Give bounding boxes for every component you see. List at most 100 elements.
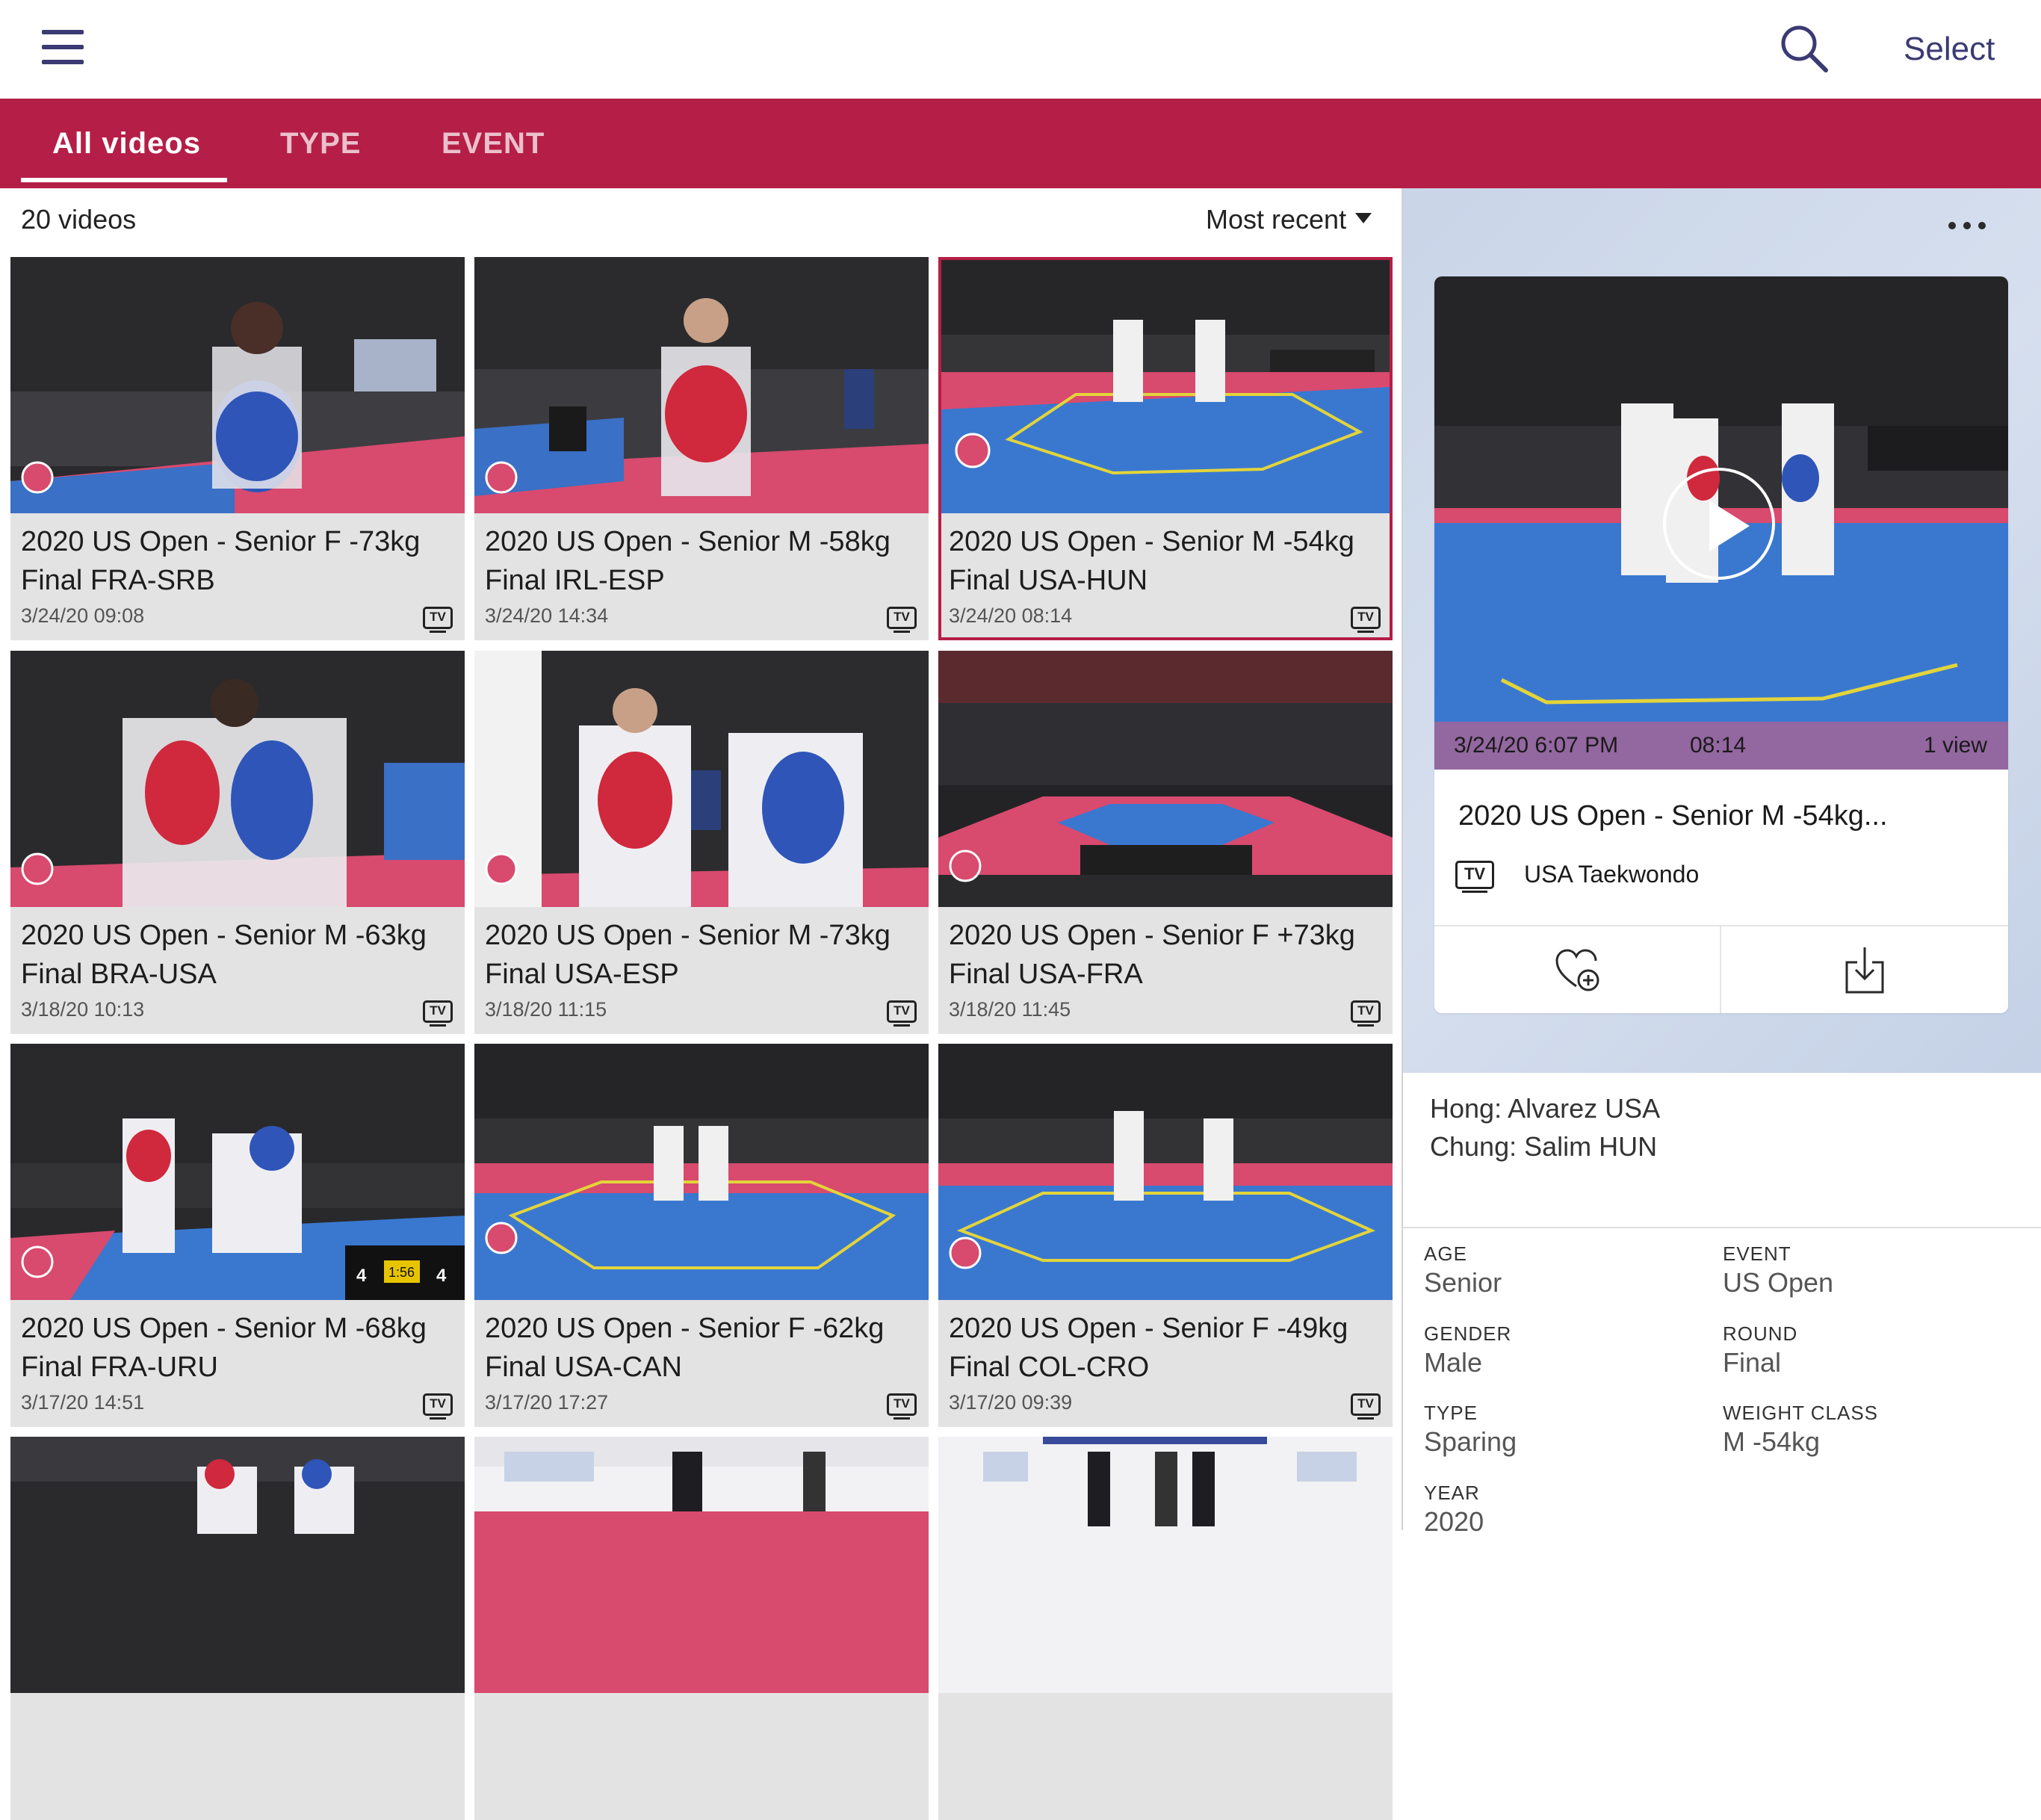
video-date: 3/24/20 14:34 — [485, 604, 609, 627]
field-type: TYPE Sparing — [1424, 1401, 1517, 1459]
video-thumbnail — [474, 1437, 929, 1693]
video-date: 3/18/20 11:45 — [949, 998, 1071, 1021]
field-value: Final — [1723, 1347, 1782, 1378]
field-weight-class: WEIGHT CLASS M -54kg — [1723, 1401, 1878, 1459]
video-card[interactable]: 2020 US Open - Senior F -49kg Final COL-… — [938, 1044, 1393, 1427]
detail-panel: 3/24/20 6:07 PM 08:14 1 view 2020 US Ope… — [1403, 188, 2041, 1537]
top-bar: Select — [0, 0, 2041, 99]
video-thumbnail — [474, 257, 929, 513]
section-divider — [1403, 1227, 2041, 1228]
video-title: 2020 US Open - Senior M -54kg Final USA-… — [949, 526, 1354, 596]
video-date: 3/17/20 14:51 — [21, 1391, 145, 1414]
field-label: YEAR — [1424, 1482, 1480, 1504]
tv-icon: TV — [887, 1393, 917, 1420]
select-button[interactable]: Select — [1904, 27, 1995, 72]
sort-label: Most recent — [1206, 204, 1347, 235]
video-card[interactable]: 2020 US Open - Senior M -58kg Final IRL-… — [474, 257, 929, 640]
video-card-selected[interactable]: 2020 US Open - Senior M -54kg Final USA-… — [938, 257, 1393, 640]
video-card[interactable]: 2020 US Open - Senior F -62kg Final USA-… — [474, 1044, 929, 1427]
video-card[interactable]: 2020 US Open - Senior M -63kg Final BRA-… — [10, 651, 465, 1034]
field-event: EVENT US Open — [1723, 1242, 1833, 1300]
sort-dropdown[interactable]: Most recent — [1206, 202, 1372, 238]
field-label: EVENT — [1723, 1242, 1791, 1265]
detail-meta-strip: 3/24/20 6:07 PM 08:14 1 view — [1434, 722, 2008, 770]
field-value: US Open — [1723, 1267, 1834, 1298]
search-icon[interactable] — [1778, 22, 1830, 75]
tab-all-videos[interactable]: All videos — [52, 99, 201, 188]
tv-icon: TV — [423, 607, 453, 633]
detail-views: 1 view — [1923, 733, 1987, 758]
video-card[interactable]: 4 1:56 4 2020 US Open - Senior M -68kg Fin… — [10, 1044, 465, 1427]
tv-icon: TV — [423, 1000, 453, 1027]
field-value: M -54kg — [1723, 1426, 1821, 1457]
field-round: ROUND Final — [1723, 1322, 1797, 1380]
video-card[interactable] — [10, 1437, 465, 1820]
video-date: 3/17/20 09:39 — [949, 1391, 1073, 1414]
tv-icon: TV — [1351, 607, 1381, 633]
match-description: Hong: Alvarez USA Chung: Salim HUN — [1430, 1089, 1660, 1166]
tab-event[interactable]: EVENT — [442, 99, 545, 188]
field-label: ROUND — [1723, 1322, 1798, 1345]
field-value: 2020 — [1424, 1506, 1484, 1537]
video-thumbnail — [938, 1437, 1393, 1693]
detail-video-preview[interactable] — [1434, 276, 2008, 770]
video-date: 3/18/20 11:15 — [485, 998, 607, 1021]
caret-down-icon — [1355, 213, 1372, 224]
video-title: 2020 US Open - Senior F -62kg Final USA-… — [485, 1313, 885, 1383]
detail-actions — [1434, 925, 2008, 1013]
video-count: 20 videos — [21, 204, 137, 235]
video-date: 3/18/20 10:13 — [21, 998, 145, 1021]
field-year: YEAR 2020 — [1424, 1481, 1484, 1539]
description-line: Hong: Alvarez USA — [1430, 1093, 1661, 1124]
field-age: AGE Senior — [1424, 1242, 1502, 1300]
video-card[interactable]: 2020 US Open - Senior F -73kg Final FRA-… — [10, 257, 465, 640]
video-date: 3/17/20 17:27 — [485, 1391, 609, 1414]
tab-bar: All videos TYPE EVENT — [0, 99, 2041, 188]
channel-name[interactable]: USA Taekwondo — [1524, 858, 1699, 891]
description-line: Chung: Salim HUN — [1430, 1131, 1658, 1162]
video-thumbnail — [941, 260, 1390, 513]
menu-icon[interactable] — [42, 30, 84, 69]
scoreboard-left: 4 — [356, 1266, 367, 1286]
tv-icon: TV — [887, 1000, 917, 1027]
video-thumbnail — [474, 1044, 929, 1300]
video-date: 3/24/20 09:08 — [21, 604, 145, 627]
field-label: WEIGHT CLASS — [1723, 1402, 1879, 1424]
video-card[interactable] — [474, 1437, 929, 1820]
play-icon[interactable] — [1663, 468, 1775, 580]
detail-date: 3/24/20 6:07 PM — [1454, 733, 1619, 758]
video-thumbnail — [10, 651, 465, 907]
tv-icon: TV — [1455, 861, 1494, 893]
field-label: GENDER — [1424, 1322, 1512, 1345]
tab-type[interactable]: TYPE — [280, 99, 361, 188]
tv-icon: TV — [1351, 1000, 1381, 1027]
field-label: TYPE — [1424, 1402, 1478, 1424]
video-title: 2020 US Open - Senior M -73kg Final USA-… — [485, 920, 891, 990]
favorite-add-icon[interactable] — [1554, 947, 1602, 992]
detail-title: 2020 US Open - Senior M -54kg... — [1458, 800, 1888, 832]
more-icon[interactable] — [1948, 220, 2002, 242]
field-value: Senior — [1424, 1267, 1502, 1298]
field-value: Male — [1424, 1347, 1483, 1378]
video-title: 2020 US Open - Senior F -49kg Final COL-… — [949, 1313, 1348, 1383]
scoreboard-clock: 1:56 — [388, 1265, 415, 1280]
video-card[interactable]: 2020 US Open - Senior M -73kg Final USA-… — [474, 651, 929, 1034]
video-card[interactable] — [938, 1437, 1393, 1820]
detail-duration: 08:14 — [1690, 733, 1747, 758]
video-date: 3/24/20 08:14 — [949, 604, 1073, 627]
video-thumbnail — [10, 1437, 465, 1693]
tv-icon: TV — [887, 607, 917, 633]
field-gender: GENDER Male — [1424, 1322, 1511, 1380]
download-icon[interactable] — [1844, 946, 1886, 995]
field-value: Sparing — [1424, 1426, 1517, 1457]
tv-icon: TV — [423, 1393, 453, 1420]
video-title: 2020 US Open - Senior M -68kg Final FRA-… — [21, 1313, 427, 1383]
video-thumbnail — [938, 651, 1393, 907]
video-thumbnail — [474, 651, 929, 907]
video-thumbnail — [938, 1044, 1393, 1300]
video-title: 2020 US Open - Senior M -58kg Final IRL-… — [485, 526, 891, 596]
video-thumbnail — [10, 257, 465, 513]
scoreboard-right: 4 — [436, 1266, 447, 1286]
video-card[interactable]: 2020 US Open - Senior F +73kg Final USA-… — [938, 651, 1393, 1034]
action-separator — [1720, 926, 1721, 1013]
